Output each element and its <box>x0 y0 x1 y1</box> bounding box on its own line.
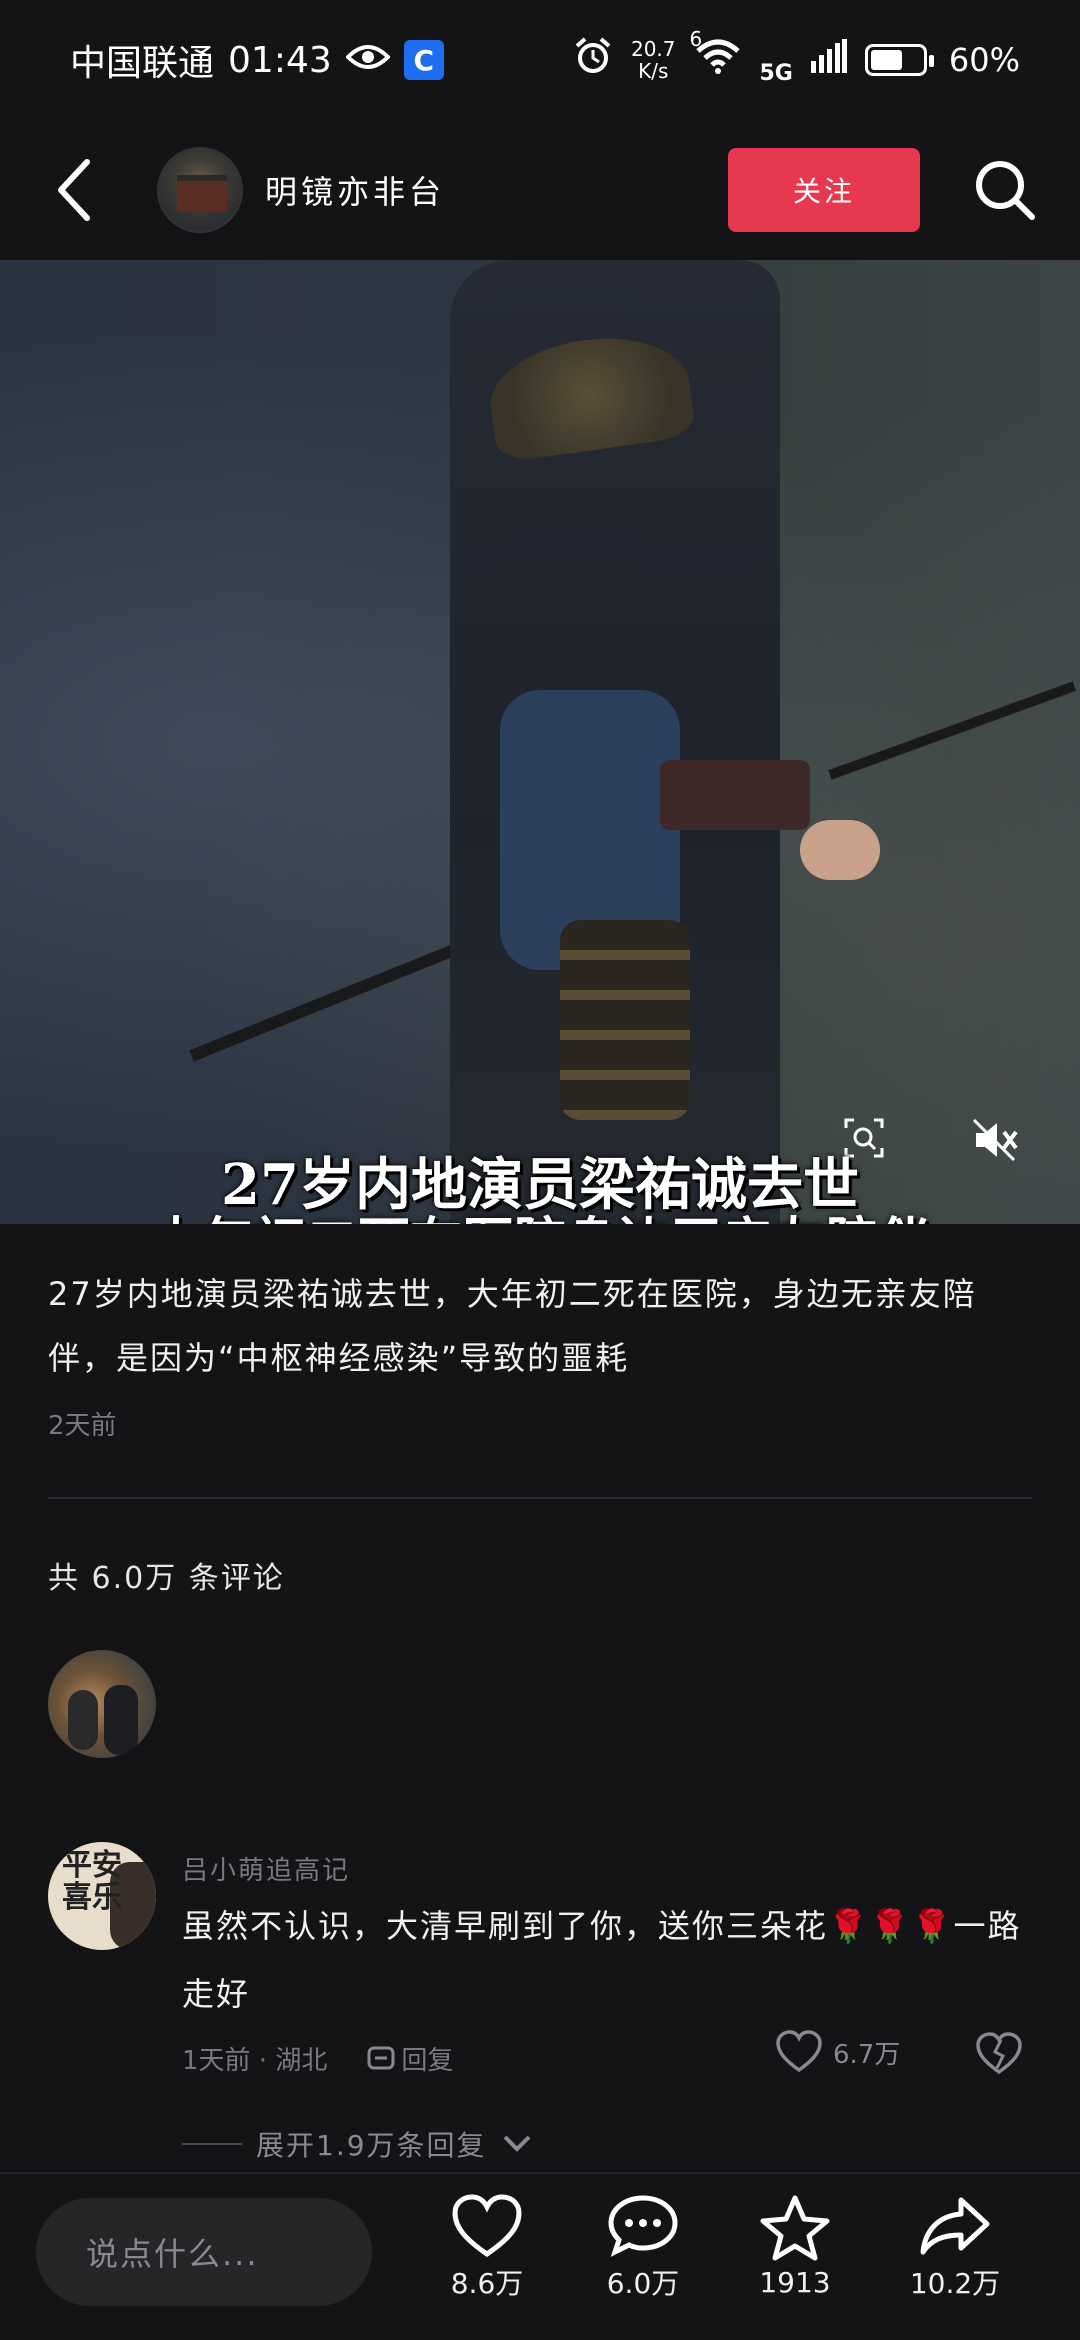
search-icon <box>976 161 1035 220</box>
bottom-bar: 说点什么... 8.6万 6.0万 1913 10.2万 <box>0 2172 1080 2340</box>
net-speed-value: 20.7 <box>630 37 676 61</box>
follow-button[interactable]: 关注 <box>728 148 920 232</box>
favorite-count: 1913 <box>759 2266 831 2299</box>
back-button[interactable] <box>55 150 115 230</box>
wifi-icon: 6 <box>690 27 742 83</box>
favorite-button[interactable]: 1913 <box>730 2194 860 2299</box>
like-count: 8.6万 <box>450 2267 524 2300</box>
comment-count-bottom: 6.0万 <box>606 2267 680 2300</box>
back-arrow-icon <box>58 159 90 221</box>
comment-count: 共 6.0万 条评论 <box>48 1561 285 1596</box>
share-icon <box>920 2197 990 2255</box>
divider <box>48 1497 1032 1499</box>
status-left: 中国联通 01:43 C <box>70 34 444 86</box>
comment-like-button[interactable]: 6.7万 <box>775 2030 900 2074</box>
battery-fill <box>870 50 902 70</box>
comment-like-count: 6.7万 <box>833 2039 901 2070</box>
channel-name[interactable]: 明镜亦非台 <box>265 167 445 213</box>
comment-icon <box>608 2195 678 2257</box>
net-speed-unit: K/s <box>638 59 669 83</box>
video-caption-line2: 大年初二死在医院身边无亲友陪伴 <box>0 1200 1080 1224</box>
net-speed: 20.7 K/s <box>631 38 676 82</box>
comment-text: 虽然不认识，大清早刷到了你，送你三朵花🌹🌹🌹一路走好 <box>182 1907 1022 2013</box>
video-player[interactable]: 27岁内地演员梁祐诚去世 大年初二死在医院身边无亲友陪伴 <box>0 260 1080 1224</box>
comment-dislike-button[interactable] <box>975 2032 1023 2080</box>
wifi-label: 6 <box>689 27 703 51</box>
share-button[interactable]: 10.2万 <box>890 2194 1020 2302</box>
chevron-down-icon <box>503 2135 530 2152</box>
post-title: 27岁内地演员梁祐诚去世，大年初二死在医院，身边无亲友陪伴，是因为“中枢神经感染… <box>48 1275 977 1377</box>
reply-button[interactable]: 回复 <box>367 2040 453 2077</box>
carrier-label: 中国联通 <box>70 43 215 84</box>
star-icon <box>760 2195 830 2261</box>
eye-icon <box>344 40 391 81</box>
network-type: 5G <box>759 60 793 86</box>
dislike-icon <box>976 2032 1022 2075</box>
expand-replies-button[interactable]: 展开1.9万条回复 <box>182 2124 533 2164</box>
like-button[interactable]: 8.6万 <box>422 2194 552 2302</box>
comment-meta: 1天前 · 湖北 回复 <box>182 2040 453 2077</box>
battery-icon <box>864 44 934 76</box>
top-nav: 明镜亦非台 关注 <box>0 120 1080 260</box>
share-count: 10.2万 <box>909 2267 1001 2300</box>
post-time: 2天前 <box>48 1411 117 1441</box>
app-badge-icon: C <box>403 40 444 80</box>
current-user-avatar[interactable] <box>48 1650 156 1758</box>
heart-icon <box>776 2030 822 2073</box>
commenter-avatar[interactable]: 平安喜乐 <box>48 1842 156 1950</box>
comment-button[interactable]: 6.0万 <box>578 2194 708 2302</box>
alarm-icon <box>573 36 613 84</box>
clock: 01:43 <box>228 39 332 81</box>
comment-username[interactable]: 吕小萌追高记 <box>182 1850 350 1887</box>
expand-line <box>182 2143 242 2145</box>
battery-percent: 60% <box>948 41 1020 79</box>
status-bar: 中国联通 01:43 C 20.7 K/s 6 5G 60% <box>0 0 1080 120</box>
comment-input[interactable]: 说点什么... <box>36 2198 372 2306</box>
comment-time-location: 1天前 · 湖北 <box>182 2046 328 2076</box>
reply-icon <box>367 2046 395 2069</box>
status-right: 20.7 K/s 6 5G 60% <box>573 27 1020 86</box>
search-button[interactable] <box>970 150 1040 230</box>
channel-avatar[interactable] <box>157 147 243 233</box>
expand-label: 展开1.9万条回复 <box>256 2129 487 2162</box>
commenter-avatar-text: 平安喜乐 <box>62 1848 122 1915</box>
reply-label: 回复 <box>401 2046 454 2076</box>
signal-icon <box>810 39 847 81</box>
heart-icon <box>452 2194 522 2258</box>
video-figure-hand <box>800 820 880 880</box>
video-figure-belt <box>660 760 810 830</box>
video-figure-bracer <box>560 920 690 1120</box>
